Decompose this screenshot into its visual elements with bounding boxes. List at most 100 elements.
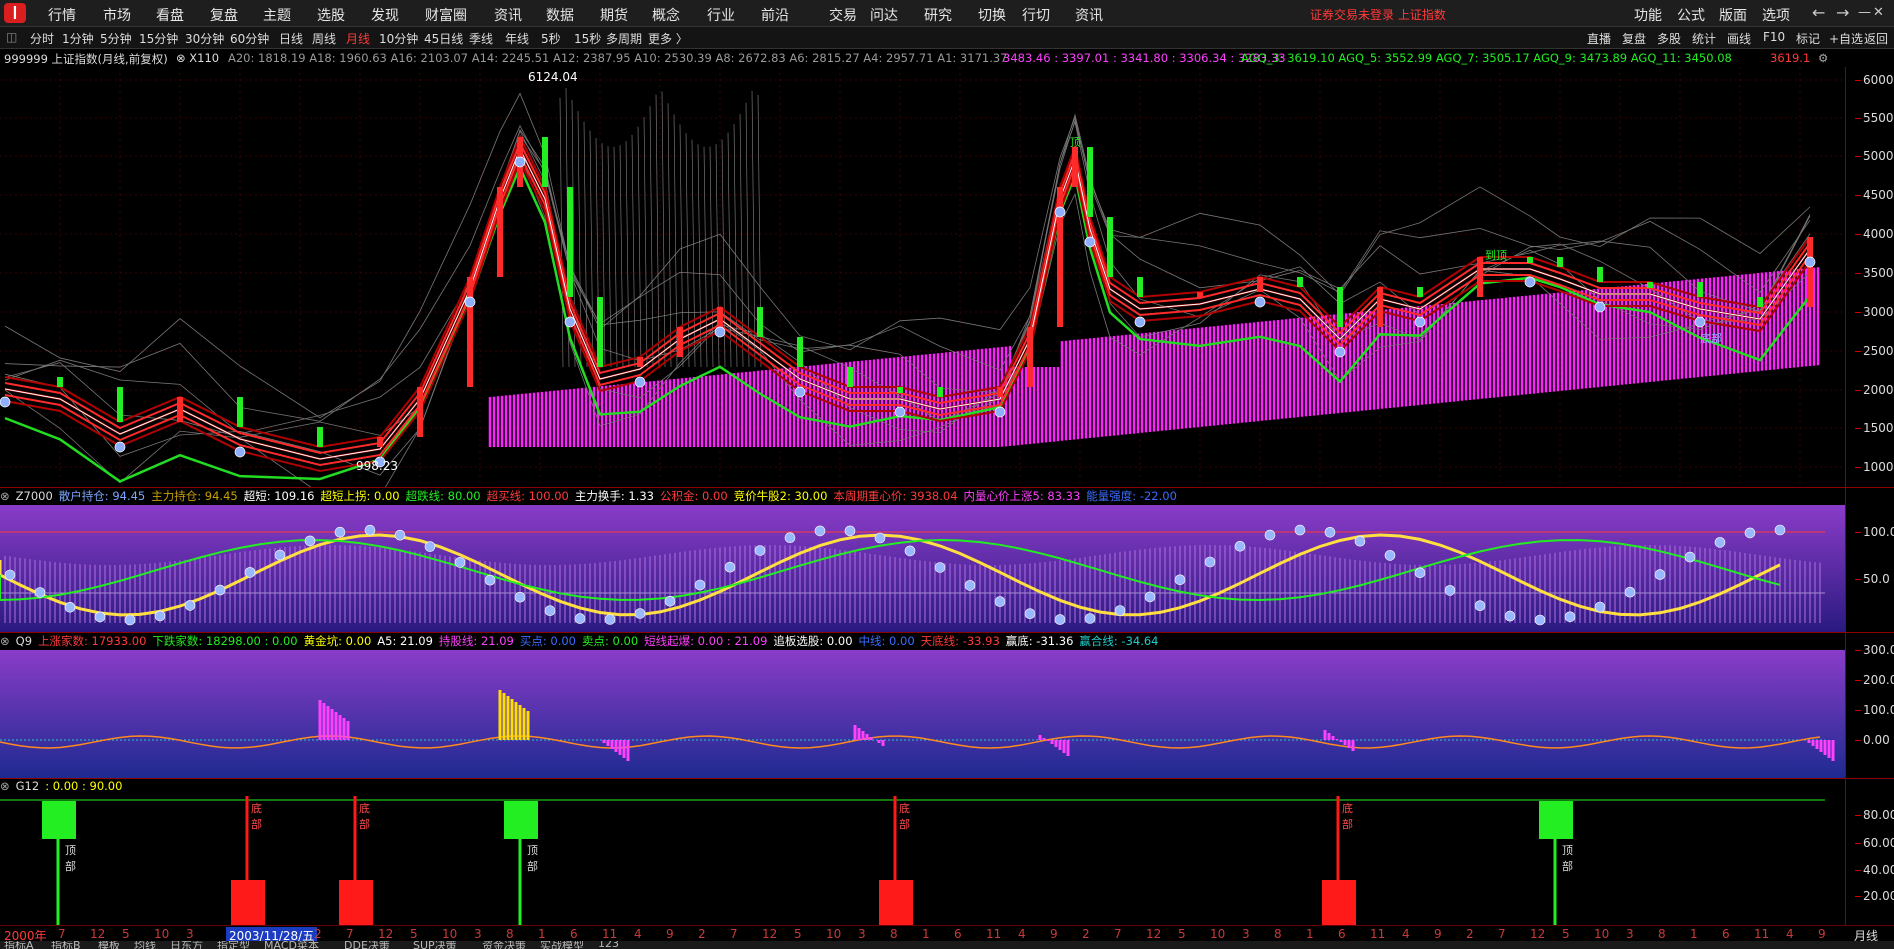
indicator-field: 天底线: -33.93 — [920, 634, 1000, 648]
menu-item[interactable]: 研究 — [924, 5, 952, 25]
menu-item[interactable]: 行切 — [1022, 5, 1050, 25]
y-tick-label: 200.0 — [1863, 673, 1894, 687]
menu-item[interactable]: 看盘 — [156, 5, 184, 25]
x110-indicator[interactable]: ⊗ X110 — [176, 51, 219, 65]
price-candle — [1137, 277, 1143, 297]
collapse-icon[interactable]: ⊗ — [0, 489, 10, 503]
chart-tool-button[interactable]: 标记 — [1796, 30, 1820, 47]
z-marker-icon — [1084, 613, 1096, 624]
indicator-tab[interactable]: DDE决策 — [344, 941, 390, 949]
x-tick-label: 1 — [1306, 927, 1314, 941]
indicator-tab[interactable]: 均线 — [134, 941, 156, 949]
chart-tool-button[interactable]: 画线 — [1727, 30, 1751, 47]
indicator-tab[interactable]: 模板 — [98, 941, 120, 949]
menu-item[interactable]: 资讯 — [494, 5, 522, 25]
period-tab[interactable]: 10分钟 — [379, 30, 418, 47]
indicator-tab[interactable]: 指标A — [4, 941, 34, 949]
collapse-icon[interactable]: ⊗ — [0, 634, 10, 648]
y-tick-label: 1500.0 — [1863, 421, 1894, 435]
top-signal-block — [42, 801, 76, 839]
menu-item[interactable]: 切换 — [978, 5, 1006, 25]
period-tab[interactable]: 分时 — [30, 30, 54, 47]
panel-toggle-icon[interactable]: ◫ — [6, 30, 17, 44]
x-tick-label: 5 — [1178, 927, 1186, 941]
close-icon[interactable]: ✕ — [1873, 5, 1884, 20]
period-tab[interactable]: 5分钟 — [100, 30, 132, 47]
indicator-tab[interactable]: SUP决策 — [413, 941, 457, 949]
main-price-chart[interactable]: 6124.04 998.23 顶到顶底部 — [0, 67, 1845, 487]
indicator-tab[interactable]: 日东方 — [170, 941, 203, 949]
menu-item[interactable]: 数据 — [546, 5, 574, 25]
indicator-name[interactable]: G12 — [16, 779, 40, 793]
collapse-icon[interactable]: ⊗ — [0, 779, 10, 793]
period-tab[interactable]: 15分钟 — [139, 30, 178, 47]
indicator-tab[interactable]: 123 — [598, 941, 619, 949]
z-marker-icon — [94, 611, 106, 623]
menu-item[interactable]: 选股 — [317, 5, 345, 25]
chart-tool-button[interactable]: F10 — [1763, 30, 1785, 44]
menu-item[interactable]: 资讯 — [1075, 5, 1103, 25]
indicator-tab[interactable]: 指定型 — [217, 941, 250, 949]
period-tab[interactable]: 45日线 — [424, 30, 463, 47]
indicator-tab[interactable]: 资金决策 — [482, 941, 526, 949]
period-tab[interactable]: 5秒 — [541, 30, 561, 47]
period-tab[interactable]: 月线 — [346, 30, 370, 47]
menu-item[interactable]: 市场 — [103, 5, 131, 25]
menu-item[interactable]: 财富圈 — [425, 5, 467, 25]
settings-icon[interactable]: ⚙ — [1818, 51, 1828, 65]
menu-item[interactable]: 复盘 — [210, 5, 238, 25]
z-marker-icon — [484, 574, 496, 586]
minimize-icon[interactable]: — — [1858, 5, 1871, 20]
indicator-name[interactable]: Q9 — [16, 634, 32, 648]
chart-tool-button[interactable]: 直播 — [1587, 30, 1611, 47]
period-tab[interactable]: 更多 〉 — [648, 30, 688, 47]
price-candle — [937, 387, 943, 397]
z-marker-icon — [964, 580, 976, 591]
indicator-tab[interactable]: MACD菜本 — [264, 941, 319, 949]
menu-item[interactable]: 发现 — [371, 5, 399, 25]
right-menu-item[interactable]: 选项 — [1762, 5, 1790, 25]
y-tick-label: 3000.0 — [1863, 305, 1894, 319]
menu-item[interactable]: 概念 — [652, 5, 680, 25]
period-tab[interactable]: 1分钟 — [62, 30, 94, 47]
menu-item[interactable]: 前沿 — [761, 5, 789, 25]
chart-tool-button[interactable]: 返回 — [1864, 30, 1888, 47]
chart-tool-button[interactable]: 统计 — [1692, 30, 1716, 47]
period-tab[interactable]: 60分钟 — [230, 30, 269, 47]
chart-tool-button[interactable]: +自选 — [1829, 30, 1863, 47]
x-tick-label: 1 — [1690, 927, 1698, 941]
menu-item[interactable]: 主题 — [263, 5, 291, 25]
x-tick-label: 11 — [986, 927, 1002, 941]
indicator-name[interactable]: Z7000 — [16, 489, 53, 503]
indicator-tab[interactable]: 指标B — [51, 941, 81, 949]
period-tab[interactable]: 季线 — [469, 30, 493, 47]
back-arrow-icon[interactable]: ← — [1812, 3, 1825, 22]
menu-item[interactable]: 行情 — [48, 5, 76, 25]
right-menu-item[interactable]: 功能 — [1634, 5, 1662, 25]
period-tab[interactable]: 30分钟 — [185, 30, 224, 47]
period-tab[interactable]: 15秒 — [574, 30, 601, 47]
q9-chart[interactable] — [0, 650, 1845, 778]
menu-item[interactable]: 交易 — [829, 5, 857, 25]
y-tick-mark — [1855, 815, 1861, 816]
period-tab[interactable]: 多周期 — [606, 30, 642, 47]
period-tab[interactable]: 日线 — [279, 30, 303, 47]
menu-item[interactable]: 期货 — [600, 5, 628, 25]
right-menu-item[interactable]: 公式 — [1677, 5, 1705, 25]
z7000-chart[interactable] — [0, 505, 1845, 632]
period-tab[interactable]: 年线 — [505, 30, 529, 47]
menu-item[interactable]: 行业 — [707, 5, 735, 25]
wireframe-line — [631, 134, 636, 368]
price-candle — [1027, 327, 1033, 387]
right-menu-item[interactable]: 版面 — [1719, 5, 1747, 25]
g12-chart[interactable]: 顶部底部底部顶部底部底部顶部 — [0, 796, 1845, 925]
signal-marker-icon — [0, 396, 11, 408]
indicator-field: 本周期重心价: 3938.04 — [833, 489, 958, 503]
period-tab[interactable]: 周线 — [312, 30, 336, 47]
menu-item[interactable]: 问达 — [870, 5, 898, 25]
forward-arrow-icon[interactable]: → — [1836, 3, 1849, 22]
indicator-tab[interactable]: 实战模型 — [540, 941, 584, 949]
app-logo-icon[interactable]: ❙ — [4, 3, 26, 23]
chart-tool-button[interactable]: 多股 — [1657, 30, 1681, 47]
chart-tool-button[interactable]: 复盘 — [1622, 30, 1646, 47]
